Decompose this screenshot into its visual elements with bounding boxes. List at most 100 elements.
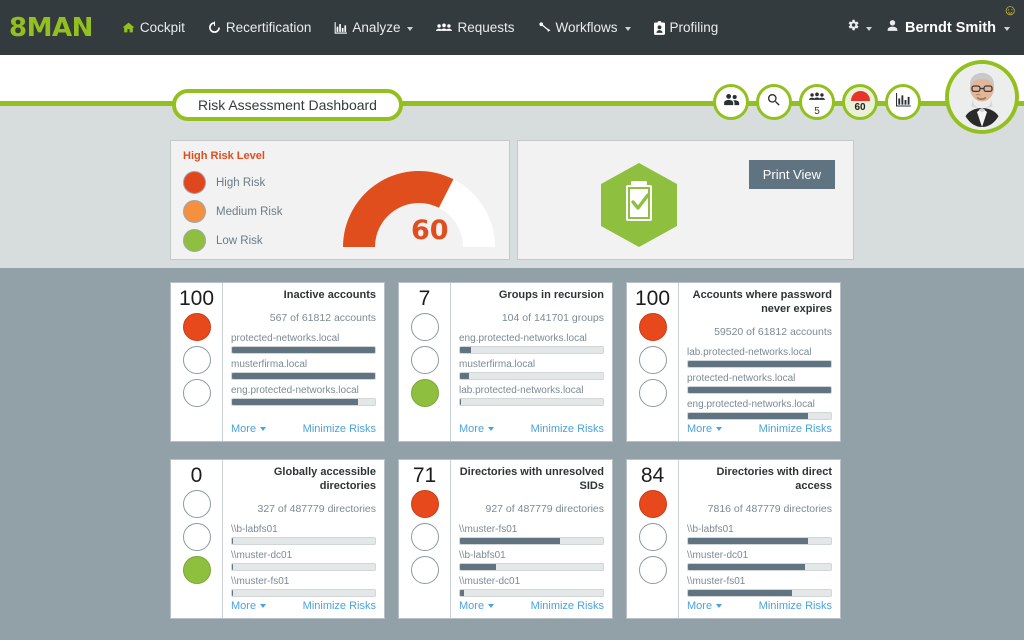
users-badge[interactable]	[713, 84, 749, 120]
risk-bar-fill	[460, 398, 462, 405]
risk-bar-row: lab.protected-networks.local	[459, 384, 604, 406]
card-title: Accounts where password never expires	[692, 289, 832, 315]
minimize-risks-link[interactable]: Minimize Risks	[759, 423, 832, 435]
nav-item-label: Profiling	[669, 20, 719, 35]
risk-bar-label: \\muster-fs01	[459, 523, 518, 535]
risk-bar-label: musterfirma.local	[459, 358, 536, 370]
traffic-light-green	[638, 556, 667, 585]
card-bars: \\b-labfs01 \\muster-dc01 \\muster-fs01	[231, 523, 376, 601]
card-score-column: 7	[399, 283, 451, 441]
card-score: 7	[418, 287, 431, 310]
nav-item-label: Analyze	[352, 20, 401, 35]
quick-action-badges: 5 60	[713, 84, 921, 120]
card-bars: lab.protected-networks.local protected-ne…	[687, 346, 832, 424]
risk-bar-label: \\muster-fs01	[687, 575, 746, 587]
minimize-risks-link[interactable]: Minimize Risks	[759, 600, 832, 612]
card-bars: protected-networks.local musterfirma.loca…	[231, 332, 376, 410]
nav-item-analyze[interactable]: Analyze	[333, 16, 414, 39]
nav-item-label: Workflows	[555, 20, 618, 35]
nav-right-section: Berndt Smith	[846, 18, 1024, 37]
card-subtitle: 104 of 141701 groups	[501, 311, 604, 324]
more-link[interactable]: More	[231, 423, 267, 435]
more-link[interactable]: More	[687, 600, 723, 612]
card-bars: \\muster-fs01 \\b-labfs01 \\muster-dc01	[459, 523, 604, 601]
nav-item-recertification[interactable]: Recertification	[207, 16, 313, 39]
risk-bar-fill	[460, 372, 469, 379]
risk-bar-fill	[688, 386, 831, 393]
settings-chevron-down-icon	[865, 27, 872, 31]
legend-color-dot	[183, 229, 206, 252]
risk-bar-track	[687, 385, 832, 394]
legend-row: Medium Risk	[183, 200, 282, 223]
nav-item-profiling[interactable]: Profiling	[653, 16, 720, 39]
risk-bar-row: \\muster-fs01	[459, 523, 604, 545]
legend-color-dot	[183, 171, 206, 194]
nav-item-cockpit[interactable]: Cockpit	[121, 16, 186, 39]
settings-menu[interactable]	[846, 18, 872, 37]
card-subtitle: 567 of 61812 accounts	[269, 311, 376, 324]
user-menu[interactable]: Berndt Smith	[886, 19, 1010, 36]
more-label: More	[687, 600, 713, 612]
risk-bar-track	[459, 588, 604, 597]
groups-badge[interactable]: 5	[799, 84, 835, 120]
search-badge[interactable]	[756, 84, 792, 120]
risk-bar-row: \\muster-fs01	[687, 575, 832, 597]
minimize-risks-link[interactable]: Minimize Risks	[303, 600, 376, 612]
card-bars: eng.protected-networks.local musterfirma.…	[459, 332, 604, 410]
risk-bar-track	[459, 397, 604, 406]
minimize-risks-link[interactable]: Minimize Risks	[303, 423, 376, 435]
nav-item-label: Cockpit	[139, 20, 185, 35]
traffic-light-green	[182, 556, 211, 585]
search-icon	[766, 92, 782, 113]
more-link[interactable]: More	[231, 600, 267, 612]
report-badge[interactable]	[885, 84, 921, 120]
user-icon	[886, 19, 899, 36]
card-title: Directories with direct access	[716, 466, 832, 492]
risk-bar-fill	[688, 589, 793, 596]
traffic-light-amber	[410, 523, 439, 552]
minimize-risks-link[interactable]: Minimize Risks	[531, 600, 604, 612]
nav-chevron-down-icon	[407, 27, 414, 31]
nav-item-workflows[interactable]: Workflows	[537, 16, 632, 39]
risk-bar-label: protected-networks.local	[231, 332, 340, 344]
traffic-light-green	[410, 556, 439, 585]
risk-bar-row: \\muster-dc01	[687, 549, 832, 571]
risk-bar-label: lab.protected-networks.local	[687, 346, 812, 358]
card-body: Directories with direct access 7816 of 48…	[679, 460, 840, 618]
nav-item-requests[interactable]: Requests	[435, 16, 515, 39]
traffic-light-green	[410, 379, 439, 408]
risk-bar-fill	[688, 412, 809, 419]
card-body: Accounts where password never expires 595…	[679, 283, 840, 441]
risk-bar-fill	[688, 537, 809, 544]
risk-gauge-number: 60	[411, 215, 449, 246]
risk-gauge: 60	[339, 163, 499, 251]
app-logo: 8MAN	[9, 12, 93, 43]
more-link[interactable]: More	[459, 600, 495, 612]
card-footer: More Minimize Risks	[231, 600, 376, 612]
risk-gauge-badge[interactable]: 60	[842, 84, 878, 120]
risk-bar-row: \\muster-fs01	[231, 575, 376, 597]
card-body: Inactive accounts 567 of 61812 accounts pr…	[223, 283, 384, 441]
print-view-button[interactable]: Print View	[748, 160, 835, 189]
risk-gauge-value: 60	[854, 101, 866, 113]
card-bars: \\b-labfs01 \\muster-dc01 \\muster-fs01	[687, 523, 832, 601]
risk-bar-track	[459, 345, 604, 354]
risk-bar-label: \\b-labfs01	[687, 523, 734, 535]
more-link[interactable]: More	[687, 423, 723, 435]
risk-bar-row: eng.protected-networks.local	[231, 384, 376, 406]
more-link[interactable]: More	[459, 423, 495, 435]
card-title: Inactive accounts	[283, 289, 376, 301]
minimize-risks-link[interactable]: Minimize Risks	[531, 423, 604, 435]
nav-item-label: Recertification	[225, 20, 312, 35]
risk-bar-row: musterfirma.local	[231, 358, 376, 380]
card-score: 100	[634, 287, 671, 310]
card-score: 71	[412, 464, 437, 487]
chevron-down-icon	[260, 604, 267, 608]
card-score-column: 100	[627, 283, 679, 441]
avatar[interactable]	[949, 64, 1015, 130]
chevron-down-icon	[716, 427, 723, 431]
user-name-label: Berndt Smith	[904, 19, 996, 36]
risk-bar-track	[459, 562, 604, 571]
card-score-column: 84	[627, 460, 679, 618]
traffic-light-green	[638, 379, 667, 408]
